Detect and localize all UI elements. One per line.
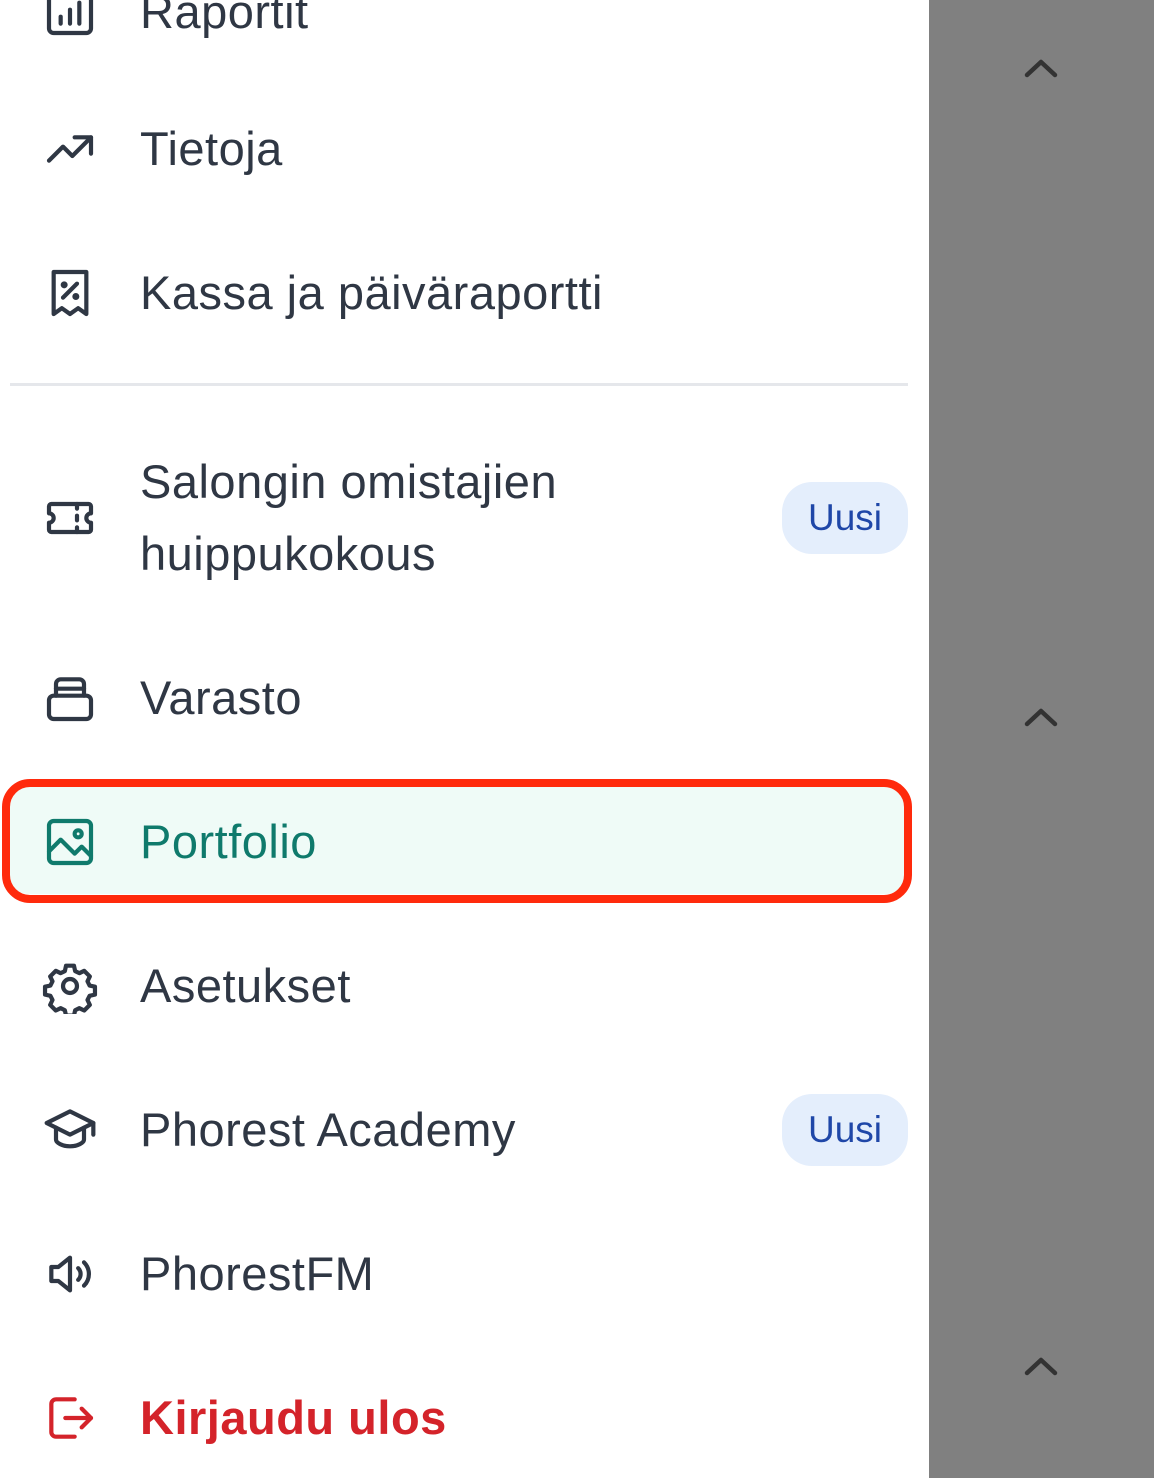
chevron-up-icon[interactable] [1021,705,1061,729]
menu-item-varasto[interactable]: Varasto [10,662,908,734]
gear-icon [40,956,100,1016]
new-badge: Uusi [782,482,908,554]
bar-chart-icon [40,0,100,42]
navigation-drawer: Raportit Tietoja Kassa ja päiväraportti [0,0,929,1478]
menu-item-label: Varasto [140,671,302,724]
new-badge: Uusi [782,1094,908,1166]
chevron-up-icon[interactable] [1021,56,1061,80]
menu-item-summit[interactable]: Salongin omistajien huippukokous Uusi [10,446,908,590]
graduation-cap-icon [40,1100,100,1160]
receipt-percent-icon [40,263,100,323]
chevron-up-icon[interactable] [1021,1354,1061,1378]
menu-item-label: Raportit [140,0,309,38]
menu-item-raportit[interactable]: Raportit [10,0,908,48]
highlight-annotation [2,779,912,903]
menu-item-label: Asetukset [140,959,351,1012]
menu-item-tietoja[interactable]: Tietoja [10,113,908,185]
inventory-icon [40,668,100,728]
menu-item-label: Kirjaudu ulos [140,1391,447,1444]
menu-item-label: Tietoja [140,122,283,175]
menu-item-label: PhorestFM [140,1247,375,1300]
menu-item-label-line2: huippukokous [140,527,437,580]
trending-up-icon [40,119,100,179]
menu-item-label: Kassa ja päiväraportti [140,266,603,319]
menu-divider [10,383,908,386]
menu-item-academy[interactable]: Phorest Academy Uusi [10,1094,908,1166]
menu-item-label-line1: Salongin omistajien [140,455,558,508]
menu-item-phorestfm[interactable]: PhorestFM [10,1238,908,1310]
menu-item-logout[interactable]: Kirjaudu ulos [10,1382,908,1454]
ticket-icon [40,488,100,548]
menu-item-asetukset[interactable]: Asetukset [10,950,908,1022]
menu-item-label: Phorest Academy [140,1103,516,1156]
logout-icon [40,1388,100,1448]
menu-item-kassa[interactable]: Kassa ja päiväraportti [10,257,908,329]
speaker-icon [40,1244,100,1304]
backdrop-overlay[interactable] [929,0,1154,1478]
